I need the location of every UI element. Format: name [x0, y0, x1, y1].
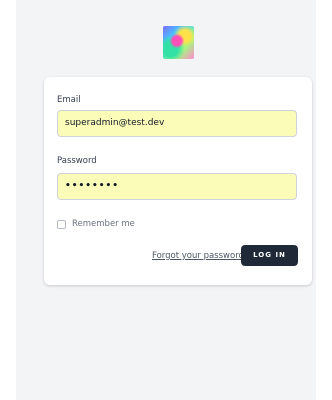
remember-me[interactable]: Remember me [57, 218, 135, 230]
password-field[interactable]: •••••••• [57, 173, 297, 200]
app-logo [163, 26, 194, 59]
forgot-password-link[interactable]: Forgot your password? [152, 251, 248, 261]
remember-label: Remember me [72, 219, 135, 229]
email-label: Email [57, 95, 81, 105]
login-card: Email superadmin@test.dev Password •••••… [44, 77, 312, 285]
email-field[interactable]: superadmin@test.dev [57, 110, 297, 137]
remember-checkbox[interactable] [57, 219, 66, 229]
password-label: Password [57, 156, 97, 166]
login-button[interactable]: LOG IN [241, 245, 298, 266]
